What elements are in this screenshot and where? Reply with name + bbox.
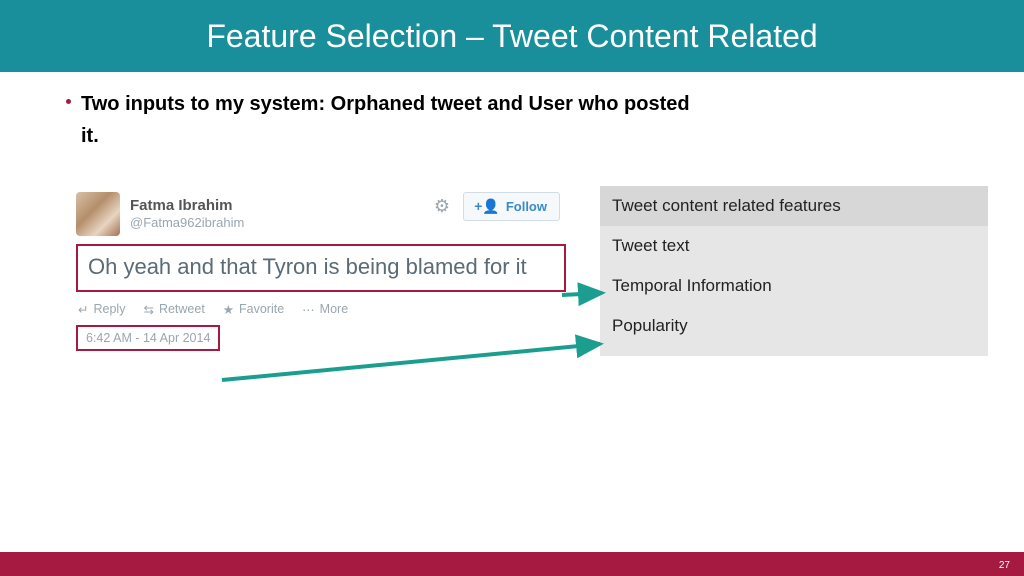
tweet-header: Fatma Ibrahim @Fatma962ibrahim ⚙ +👤 Foll… [76, 192, 566, 242]
features-title: Tweet content related features [600, 186, 988, 226]
tweet-handle: @Fatma962ibrahim [130, 215, 244, 231]
follow-label: Follow [506, 199, 547, 214]
feature-item-temporal: Temporal Information [600, 262, 988, 302]
slide-content: Two inputs to my system: Orphaned tweet … [0, 72, 1024, 542]
avatar [76, 192, 120, 236]
more-icon: ⋯ [302, 302, 315, 317]
retweet-action[interactable]: ⇆Retweet [143, 302, 204, 317]
follow-button[interactable]: +👤 Follow [463, 192, 560, 221]
more-action[interactable]: ⋯More [302, 302, 348, 317]
retweet-icon: ⇆ [143, 302, 153, 317]
features-panel: Tweet content related features Tweet tex… [600, 186, 988, 356]
tweet-text-box: Oh yeah and that Tyron is being blamed f… [76, 244, 566, 292]
reply-icon: ↵ [78, 302, 88, 317]
feature-item-tweet-text: Tweet text [600, 226, 988, 262]
slide-footer: 27 [0, 552, 1024, 576]
reply-action[interactable]: ↵Reply [78, 302, 125, 317]
feature-item-popularity: Popularity [600, 302, 988, 342]
bullet-dot-icon [66, 99, 71, 104]
slide-title: Feature Selection – Tweet Content Relate… [206, 18, 817, 55]
tweet-names: Fatma Ibrahim @Fatma962ibrahim [130, 197, 244, 232]
follow-plus-icon: +👤 [474, 198, 500, 215]
favorite-action[interactable]: ★Favorite [223, 302, 284, 317]
bullet-item: Two inputs to my system: Orphaned tweet … [60, 88, 1024, 152]
tweet-timestamp-box: 6:42 AM - 14 Apr 2014 [76, 325, 220, 351]
tweet-card: Fatma Ibrahim @Fatma962ibrahim ⚙ +👤 Foll… [76, 192, 566, 351]
gear-icon[interactable]: ⚙ [434, 196, 450, 217]
tweet-display-name: Fatma Ibrahim [130, 197, 244, 216]
slide-header: Feature Selection – Tweet Content Relate… [0, 0, 1024, 72]
star-icon: ★ [223, 302, 234, 317]
bullet-text: Two inputs to my system: Orphaned tweet … [81, 88, 701, 152]
tweet-actions: ↵Reply ⇆Retweet ★Favorite ⋯More [76, 292, 566, 323]
page-number: 27 [999, 560, 1010, 571]
